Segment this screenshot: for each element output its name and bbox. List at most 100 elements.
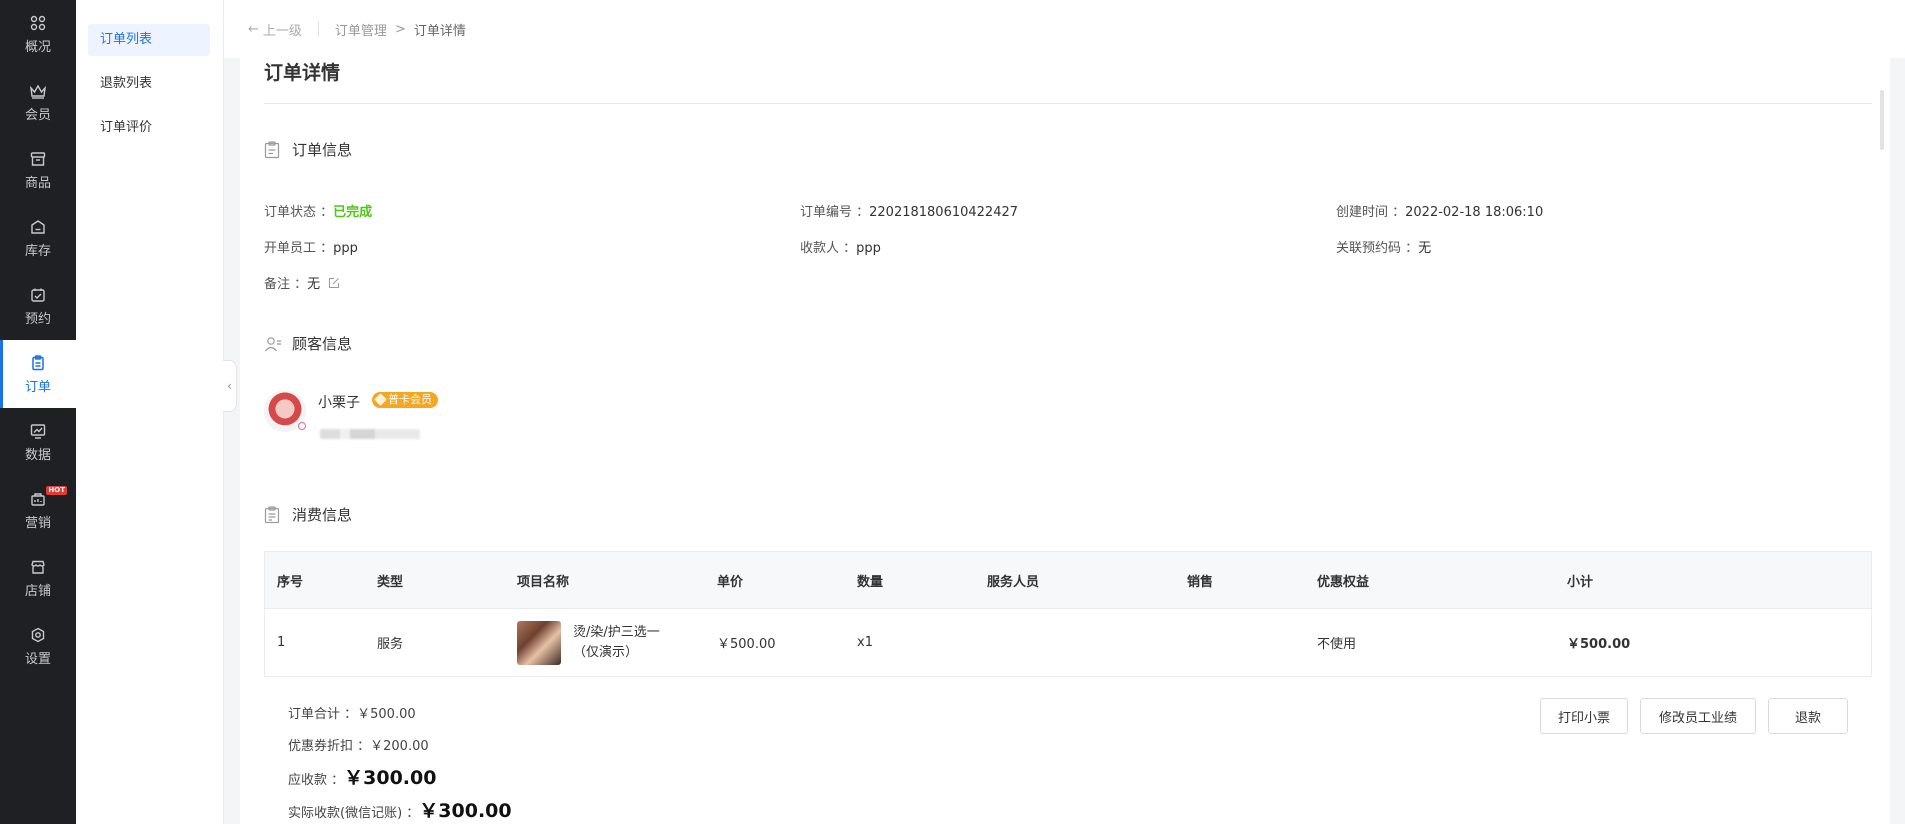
order-total: 订单合计 ：￥500.00 <box>288 703 416 722</box>
nav-label: 订单 <box>24 379 51 395</box>
order-number-value: 220218180610422427 <box>869 205 1019 220</box>
nav-item-data[interactable]: 数据 <box>0 408 76 476</box>
main-nav: 概况 会员 商品 库存 预约 订单 数据 HOT 营销 店铺 设置 <box>0 0 76 824</box>
chevron-left-icon: ‹ <box>227 379 232 393</box>
user-icon <box>264 335 282 353</box>
nav-label: 库存 <box>24 243 51 259</box>
nav-item-overview[interactable]: 概况 <box>0 0 76 68</box>
col-staff: 服务人员 <box>987 574 1040 590</box>
membership-badge: 普卡会员 <box>372 392 438 408</box>
grid-icon <box>29 14 47 32</box>
divider <box>317 21 319 37</box>
receivable-label: 应收款 ： <box>288 773 345 788</box>
section-customer-info: 顾客信息 <box>264 333 352 354</box>
col-discount: 优惠权益 <box>1317 574 1370 590</box>
submenu-item-refund-list[interactable]: 退款列表 <box>88 68 210 100</box>
nav-item-members[interactable]: 会员 <box>0 68 76 136</box>
edit-staff-performance-button[interactable]: 修改员工业绩 <box>1640 698 1756 734</box>
marketing-icon <box>29 490 47 508</box>
receivable: 应收款 ：￥300.00 <box>288 763 436 790</box>
remark: 备注 ：无 <box>264 273 340 293</box>
row-qty: x1 <box>857 635 873 650</box>
row-price: ￥500.00 <box>717 637 776 652</box>
hot-badge: HOT <box>46 486 67 495</box>
print-receipt-button[interactable]: 打印小票 <box>1540 698 1628 734</box>
submenu-item-order-review[interactable]: 订单评价 <box>88 112 210 144</box>
order-status-label: 订单状态 ： <box>264 205 334 220</box>
nav-item-inventory[interactable]: 库存 <box>0 204 76 272</box>
cashier-value: ppp <box>856 241 881 256</box>
order-status-value: 已完成 <box>333 205 373 220</box>
breadcrumb-order-management[interactable]: 订单管理 <box>335 20 387 39</box>
coupon-discount: 优惠券折扣 ：￥200.00 <box>288 735 429 754</box>
customer-name: 小栗子 <box>318 395 360 411</box>
refund-button[interactable]: 退款 <box>1768 698 1848 734</box>
nav-item-marketing[interactable]: HOT 营销 <box>0 476 76 544</box>
section-title: 顾客信息 <box>292 335 353 353</box>
nav-label: 店铺 <box>24 583 51 599</box>
submenu-item-order-list[interactable]: 订单列表 <box>88 24 210 56</box>
settings-icon <box>29 626 47 644</box>
order-detail-panel: 订单详情 订单信息 订单状态 ：已完成 订单编号 ：22021818061042… <box>240 40 1890 824</box>
nav-label: 预约 <box>24 311 51 327</box>
col-index: 序号 <box>277 574 304 590</box>
actual-received-value: ￥300.00 <box>419 800 512 822</box>
nav-item-store[interactable]: 店铺 <box>0 544 76 612</box>
actual-received-label: 实际收款(微信记账) ： <box>288 806 420 821</box>
document-icon <box>264 140 282 159</box>
divider <box>264 103 1872 104</box>
section-consumption-info: 消费信息 <box>264 504 352 525</box>
remark-label: 备注 ： <box>264 277 308 292</box>
order-submenu: 订单列表 退款列表 订单评价 <box>76 0 224 824</box>
breadcrumb-order-detail: 订单详情 <box>413 23 466 39</box>
booking-code-value: 无 <box>1418 241 1432 256</box>
col-price: 单价 <box>717 574 744 590</box>
store-icon <box>29 558 47 576</box>
coupon-discount-value: ￥200.00 <box>370 739 429 754</box>
page-title: 订单详情 <box>264 62 341 84</box>
receipt-icon <box>264 505 282 524</box>
row-item: 烫/染/护三选一（仅演示） <box>517 620 683 665</box>
row-type: 服务 <box>377 637 404 652</box>
order-number: 订单编号 ：220218180610422427 <box>800 201 1018 220</box>
booking-code: 关联预约码 ：无 <box>1336 237 1431 256</box>
created-time-label: 创建时间 ： <box>1336 205 1406 220</box>
consumption-table: 序号 类型 项目名称 单价 数量 服务人员 销售 优惠权益 小计 1 服务 烫/… <box>264 551 1872 677</box>
created-time-value: 2022-02-18 18:06:10 <box>1405 205 1544 220</box>
booking-code-label: 关联预约码 ： <box>1336 241 1419 256</box>
section-order-info: 订单信息 <box>264 139 352 160</box>
section-title: 消费信息 <box>292 506 353 524</box>
receivable-value: ￥300.00 <box>344 767 437 789</box>
nav-label: 会员 <box>24 107 51 123</box>
calendar-check-icon <box>29 286 47 304</box>
created-time: 创建时间 ：2022-02-18 18:06:10 <box>1336 201 1543 220</box>
cashier-label: 收款人 ： <box>800 241 857 256</box>
collapse-sidebar-button[interactable]: ‹ <box>223 360 237 412</box>
nav-item-booking[interactable]: 预约 <box>0 272 76 340</box>
order-staff-value: ppp <box>333 241 358 256</box>
warehouse-icon <box>29 218 47 236</box>
back-button[interactable]: ← 上一级 <box>248 20 302 39</box>
nav-item-orders[interactable]: 订单 <box>0 340 76 408</box>
avatar <box>264 390 306 432</box>
crown-icon <box>29 82 47 100</box>
nav-label: 概况 <box>24 39 51 55</box>
cashier: 收款人 ：ppp <box>800 237 881 256</box>
product-thumbnail <box>517 620 561 665</box>
coupon-discount-label: 优惠券折扣 ： <box>288 739 371 754</box>
row-index: 1 <box>277 635 286 650</box>
nav-item-products[interactable]: 商品 <box>0 136 76 204</box>
arrow-left-icon: ← <box>248 21 259 37</box>
edit-icon[interactable] <box>328 277 340 293</box>
col-type: 类型 <box>377 574 404 590</box>
masked-phone <box>320 429 420 439</box>
col-subtotal: 小计 <box>1567 574 1594 590</box>
scrollbar[interactable] <box>1880 90 1884 150</box>
nav-label: 设置 <box>24 651 51 667</box>
row-subtotal: ￥500.00 <box>1567 637 1631 652</box>
row-item-name: 烫/染/护三选一（仅演示） <box>573 624 660 660</box>
box-icon <box>29 150 47 168</box>
col-sales: 销售 <box>1187 574 1214 590</box>
nav-item-settings[interactable]: 设置 <box>0 612 76 680</box>
col-qty: 数量 <box>857 574 884 590</box>
